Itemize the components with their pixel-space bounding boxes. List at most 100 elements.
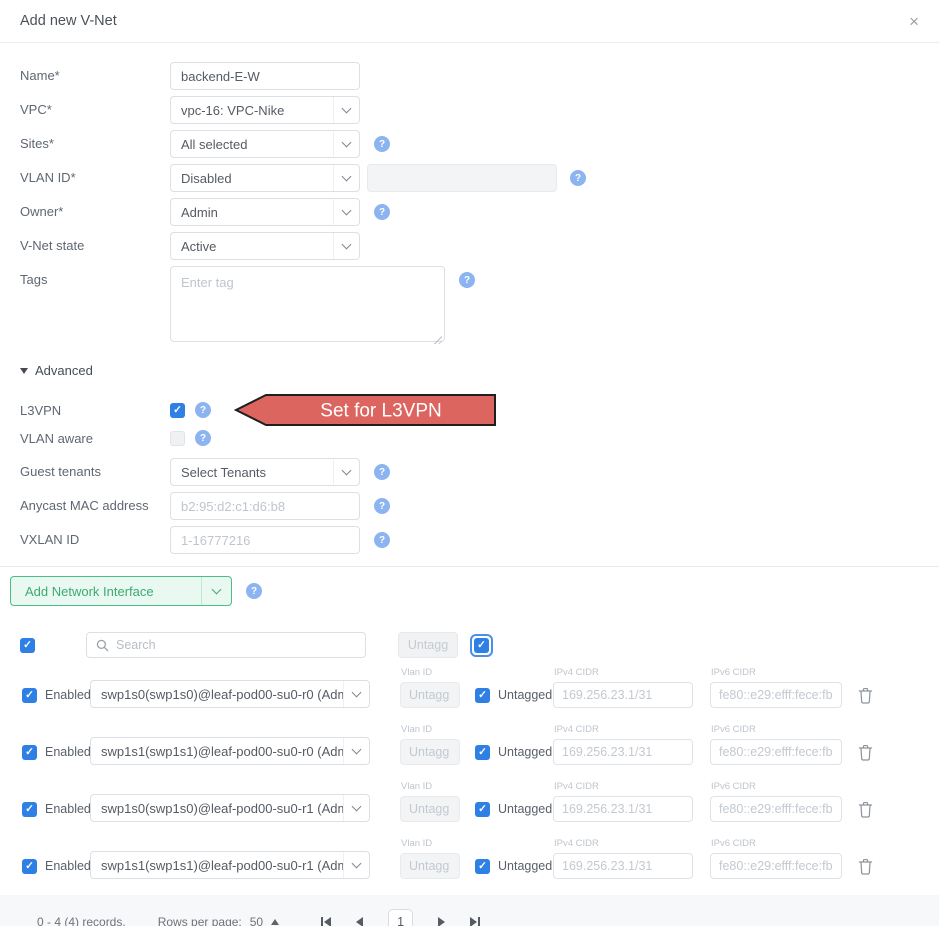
enabled-checkbox[interactable]: ✓	[22, 859, 37, 874]
check-icon: ✓	[478, 861, 487, 872]
help-icon[interactable]: ?	[570, 170, 586, 186]
help-icon[interactable]: ?	[195, 402, 211, 418]
sites-select-value: All selected	[171, 137, 333, 152]
enabled-checkbox[interactable]: ✓	[22, 745, 37, 760]
interfaces-table: ✓ Untagg ✓ ✓ Enabled swp1s0(swp1s0)@leaf…	[0, 606, 939, 879]
vpc-select-value: vpc-16: VPC-Nike	[171, 103, 333, 118]
l3vpn-annotation-arrow: Set for L3VPN	[234, 392, 498, 428]
untagged-checkbox[interactable]: ✓	[475, 688, 490, 703]
ipv4-column-label: IPv4 CIDR	[553, 724, 693, 736]
vlan-id-column-label: Vlan ID	[400, 667, 460, 679]
untagg-all-button: Untagg	[398, 632, 458, 658]
chevron-down-icon	[343, 681, 369, 707]
untagged-checkbox[interactable]: ✓	[475, 859, 490, 874]
port-select-value: swp1s1(swp1s1)@leaf-pod00-su0-r0 (Admin)	[91, 744, 343, 759]
vlan-id-column-label: Vlan ID	[400, 838, 460, 850]
delete-row-button[interactable]	[858, 687, 873, 704]
add-network-interface-label: Add Network Interface	[11, 584, 201, 599]
question-mark: ?	[575, 173, 581, 184]
resize-grip[interactable]	[433, 335, 442, 344]
name-input[interactable]	[170, 62, 360, 90]
next-page-button[interactable]	[438, 917, 445, 926]
delete-row-button[interactable]	[858, 858, 873, 875]
ipv6-cidr-input[interactable]	[710, 853, 842, 879]
select-all-checkbox[interactable]: ✓	[20, 638, 35, 653]
untagged-checkbox[interactable]: ✓	[475, 802, 490, 817]
vlan-id-select[interactable]: Disabled	[170, 164, 360, 192]
vpc-select[interactable]: vpc-16: VPC-Nike	[170, 96, 360, 124]
help-icon[interactable]: ?	[374, 464, 390, 480]
tags-row: Tags ?	[20, 266, 919, 347]
delete-row-button[interactable]	[858, 744, 873, 761]
add-interface-bar: Add Network Interface ?	[0, 567, 939, 606]
guest-tenants-row: Guest tenants Select Tenants ?	[20, 458, 919, 486]
rows-per-page-control[interactable]: Rows per page: 50	[158, 915, 279, 926]
vlan-id-label: VLAN ID*	[20, 164, 170, 185]
sites-select[interactable]: All selected	[170, 130, 360, 158]
enabled-checkbox[interactable]: ✓	[22, 688, 37, 703]
enabled-label: Enabled	[45, 688, 91, 702]
vxlan-id-row: VXLAN ID ?	[20, 526, 919, 554]
trash-icon	[858, 744, 873, 761]
search-input[interactable]	[116, 633, 365, 657]
owner-row: Owner* Admin ?	[20, 198, 919, 226]
ipv4-cidr-input[interactable]	[553, 796, 693, 822]
ipv4-cidr-input[interactable]	[553, 682, 693, 708]
tags-textarea-wrap	[170, 266, 445, 347]
ipv6-cidr-input[interactable]	[710, 682, 842, 708]
ipv6-cidr-input[interactable]	[710, 739, 842, 765]
untagged-all-checkbox[interactable]: ✓	[474, 638, 489, 653]
ipv6-cidr-input[interactable]	[710, 796, 842, 822]
help-icon[interactable]: ?	[374, 204, 390, 220]
owner-label: Owner*	[20, 198, 170, 219]
vnet-state-select[interactable]: Active	[170, 232, 360, 260]
help-icon[interactable]: ?	[246, 583, 262, 599]
last-page-button[interactable]	[470, 917, 480, 926]
prev-page-button[interactable]	[356, 917, 363, 926]
triangle-down-icon	[20, 368, 28, 374]
first-page-button[interactable]	[321, 917, 331, 926]
help-icon[interactable]: ?	[374, 136, 390, 152]
ipv6-column-label: IPv6 CIDR	[710, 724, 842, 736]
enabled-checkbox[interactable]: ✓	[22, 802, 37, 817]
guest-tenants-select[interactable]: Select Tenants	[170, 458, 360, 486]
current-page-button[interactable]: 1	[388, 909, 413, 926]
chevron-down-icon	[333, 165, 359, 191]
port-select[interactable]: swp1s1(swp1s1)@leaf-pod00-su0-r1 (Admin)	[90, 851, 370, 879]
trash-icon	[858, 858, 873, 875]
pagination-bar: 0 - 4 (4) records. Rows per page: 50 1	[0, 895, 939, 926]
anycast-mac-input[interactable]	[170, 492, 360, 520]
help-icon[interactable]: ?	[374, 532, 390, 548]
port-select[interactable]: swp1s0(swp1s0)@leaf-pod00-su0-r1 (Admin)	[90, 794, 370, 822]
vlan-id-select-value: Disabled	[171, 171, 333, 186]
ipv4-cidr-input[interactable]	[553, 853, 693, 879]
add-network-interface-button[interactable]: Add Network Interface	[10, 576, 232, 606]
ipv4-cidr-input[interactable]	[553, 739, 693, 765]
help-icon[interactable]: ?	[195, 430, 211, 446]
vnet-state-row: V-Net state Active	[20, 232, 919, 260]
owner-select[interactable]: Admin	[170, 198, 360, 226]
port-select[interactable]: swp1s1(swp1s1)@leaf-pod00-su0-r0 (Admin)	[90, 737, 370, 765]
close-icon[interactable]: ×	[909, 13, 919, 30]
port-select[interactable]: swp1s0(swp1s0)@leaf-pod00-su0-r0 (Admin)	[90, 680, 370, 708]
triangle-left-icon	[356, 917, 363, 926]
help-icon[interactable]: ?	[459, 272, 475, 288]
enabled-label: Enabled	[45, 745, 91, 759]
untagged-checkbox[interactable]: ✓	[475, 745, 490, 760]
advanced-toggle[interactable]: Advanced	[20, 363, 919, 378]
check-icon: ✓	[25, 747, 34, 758]
tags-input[interactable]	[170, 266, 445, 342]
ipv6-column-label: IPv6 CIDR	[710, 781, 842, 793]
chevron-down-icon	[333, 233, 359, 259]
l3vpn-checkbox[interactable]: ✓	[170, 403, 185, 418]
check-icon: ✓	[478, 690, 487, 701]
anycast-mac-row: Anycast MAC address ?	[20, 492, 919, 520]
owner-select-value: Admin	[171, 205, 333, 220]
interface-row: ✓ Enabled swp1s1(swp1s1)@leaf-pod00-su0-…	[20, 724, 919, 765]
help-icon[interactable]: ?	[374, 498, 390, 514]
check-icon: ✓	[23, 640, 32, 651]
add-vnet-modal: Add new V-Net × Name* VPC* vpc-16: VPC-N…	[0, 0, 939, 926]
delete-row-button[interactable]	[858, 801, 873, 818]
triangle-left-icon	[324, 917, 331, 926]
vxlan-id-input[interactable]	[170, 526, 360, 554]
